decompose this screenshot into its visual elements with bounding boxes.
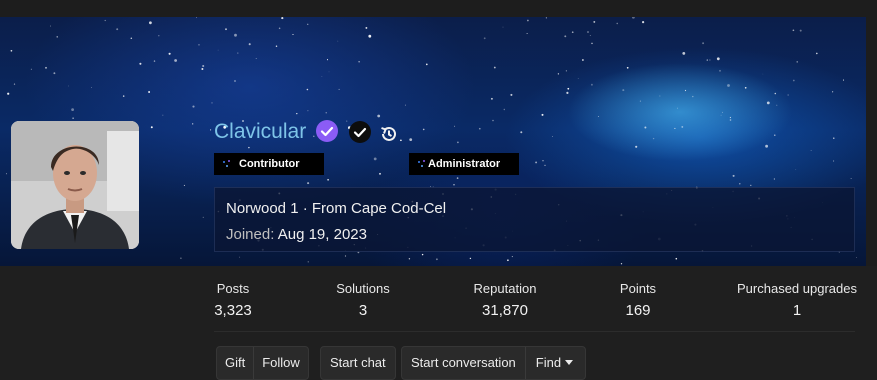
top-bar <box>0 0 877 17</box>
joined-date: Aug 19, 2023 <box>277 226 367 243</box>
profile-info-box: Norwood 1 · From Cape Cod-Cel Joined: Au… <box>214 187 855 252</box>
divider <box>214 331 855 332</box>
start-chat-button[interactable]: Start chat <box>321 347 395 379</box>
find-dropdown-button[interactable]: Find <box>524 347 585 379</box>
stat-value: 169 <box>625 302 651 319</box>
chat-group: Start chat <box>320 346 396 380</box>
follow-button[interactable]: Follow <box>253 347 308 379</box>
stat-label: Solutions <box>336 281 390 296</box>
conversation-find-group: Start conversation Find <box>401 346 587 380</box>
joined-label: Joined: <box>226 226 275 243</box>
avatar[interactable] <box>11 121 139 249</box>
verified-badge-icon <box>316 120 338 142</box>
chevron-down-icon <box>565 360 574 366</box>
joined-line: Joined: Aug 19, 2023 <box>226 226 367 243</box>
stat-value: 3,323 <box>214 302 252 319</box>
find-label: Find <box>535 355 562 370</box>
stat-value: 1 <box>792 302 802 319</box>
user-badge-contributor: Contributor <box>214 153 324 175</box>
badge-label: Contributor <box>239 158 300 170</box>
sparkle-icon <box>223 160 230 167</box>
location-line: Norwood 1 · From Cape Cod-Cel <box>226 200 447 217</box>
stat-purchased-upgrades[interactable]: Purchased upgrades 1 <box>727 281 867 320</box>
avatar-photo <box>11 121 139 249</box>
stat-label: Points <box>619 281 657 296</box>
stat-value: 31,870 <box>482 302 528 319</box>
check-circle-icon <box>349 121 371 143</box>
badge-label: Administrator <box>428 158 501 170</box>
username[interactable]: Clavicular <box>214 119 306 145</box>
stat-value: 3 <box>358 302 368 319</box>
scrollbar-track[interactable] <box>866 17 877 266</box>
stat-reputation[interactable]: Reputation 31,870 <box>435 281 575 320</box>
stat-solutions[interactable]: Solutions 3 <box>293 281 433 320</box>
sparkle-icon <box>418 160 425 167</box>
gift-follow-group: Gift Follow <box>216 346 309 380</box>
start-conversation-button[interactable]: Start conversation <box>402 347 525 379</box>
user-badge-administrator: Administrator <box>409 153 519 175</box>
history-icon[interactable] <box>379 124 399 144</box>
gift-button[interactable]: Gift <box>217 347 253 379</box>
stat-label: Purchased upgrades <box>737 281 857 296</box>
stat-label: Reputation <box>473 281 537 296</box>
stat-label: Posts <box>216 281 250 296</box>
stat-points[interactable]: Points 169 <box>568 281 708 320</box>
stat-posts[interactable]: Posts 3,323 <box>163 281 303 320</box>
